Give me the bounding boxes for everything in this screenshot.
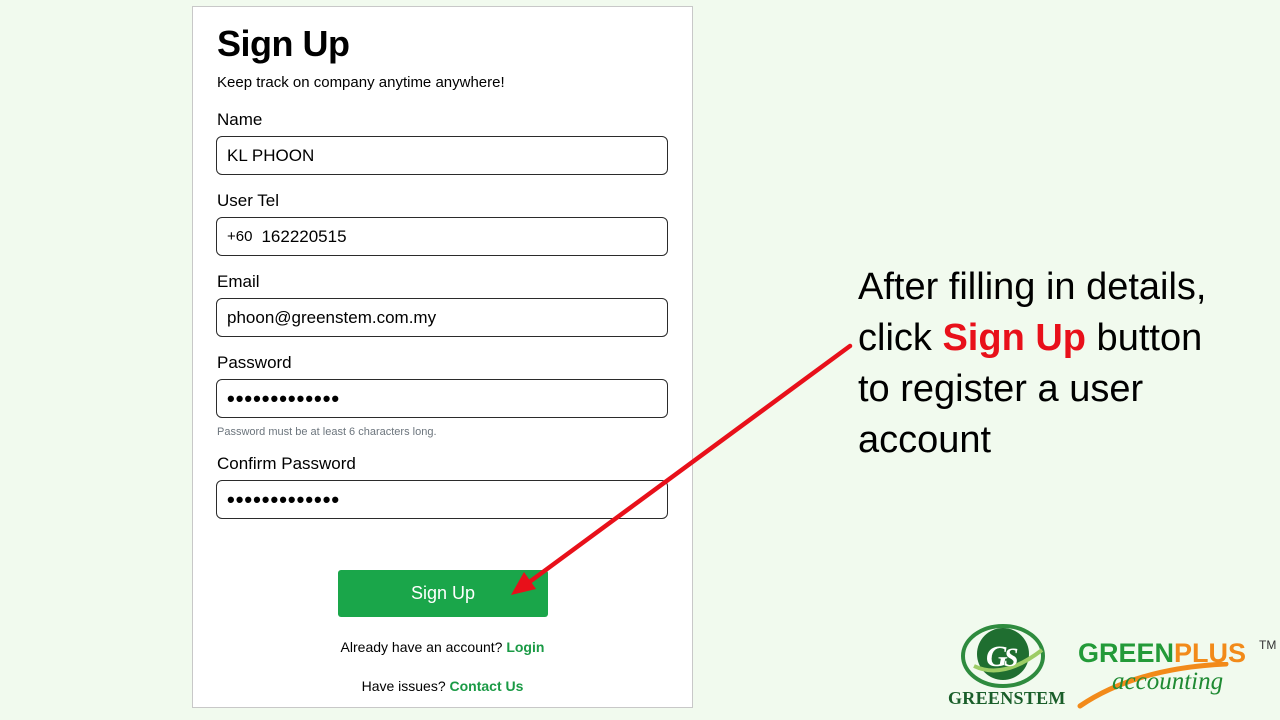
contact-us-link[interactable]: Contact Us [450, 678, 524, 694]
greenplus-logo: GREENPLUS TM accounting [1076, 634, 1276, 714]
login-link[interactable]: Login [506, 639, 544, 655]
email-input[interactable]: phoon@greenstem.com.my [216, 298, 668, 337]
tel-label: User Tel [217, 191, 280, 210]
password-hint: Password must be at least 6 characters l… [217, 426, 437, 438]
page-subtitle: Keep track on company anytime anywhere! [217, 74, 505, 91]
callout-line-2: click Sign Up button [858, 317, 1203, 359]
name-label: Name [217, 110, 263, 129]
greenstem-wordmark: GREENSTEM [948, 688, 1066, 708]
callout-line-3: to register a user [858, 368, 1144, 410]
country-code-prefix[interactable]: +60 [227, 228, 252, 245]
callout-emphasis: Sign Up [942, 317, 1086, 359]
tel-input[interactable]: +60 162220515 [216, 217, 668, 256]
confirm-password-value: ••••••••••••• [227, 486, 341, 512]
email-label: Email [217, 272, 260, 291]
login-prompt: Already have an account? [340, 639, 503, 655]
greenstem-emblem-icon: G S [961, 624, 1045, 688]
password-label: Password [217, 353, 292, 372]
greenstem-logo: G S GREENSTEM [948, 618, 1066, 718]
callout-line-4: account [858, 419, 992, 461]
instruction-callout: After filling in details, click Sign Up … [858, 262, 1268, 466]
signup-button[interactable]: Sign Up [338, 570, 548, 617]
name-input[interactable]: KL PHOON [216, 136, 668, 175]
confirm-password-label: Confirm Password [217, 454, 356, 473]
issues-prompt: Have issues? [361, 678, 446, 694]
name-value: KL PHOON [227, 145, 315, 165]
confirm-password-input[interactable]: ••••••••••••• [216, 480, 668, 519]
svg-text:S: S [1004, 643, 1018, 672]
email-value: phoon@greenstem.com.my [227, 307, 437, 327]
page-title: Sign Up [217, 23, 350, 64]
contact-line: Have issues? Contact Us [193, 678, 692, 694]
tel-value: 162220515 [261, 226, 347, 246]
password-input[interactable]: ••••••••••••• [216, 379, 668, 418]
trademark-mark: TM [1259, 638, 1277, 652]
signup-card: Sign Up Keep track on company anytime an… [192, 6, 693, 708]
greenplus-subtitle: accounting [1112, 668, 1224, 695]
login-line: Already have an account? Login [193, 639, 692, 655]
password-value: ••••••••••••• [227, 385, 341, 411]
callout-line-1: After filling in details, [858, 266, 1207, 308]
